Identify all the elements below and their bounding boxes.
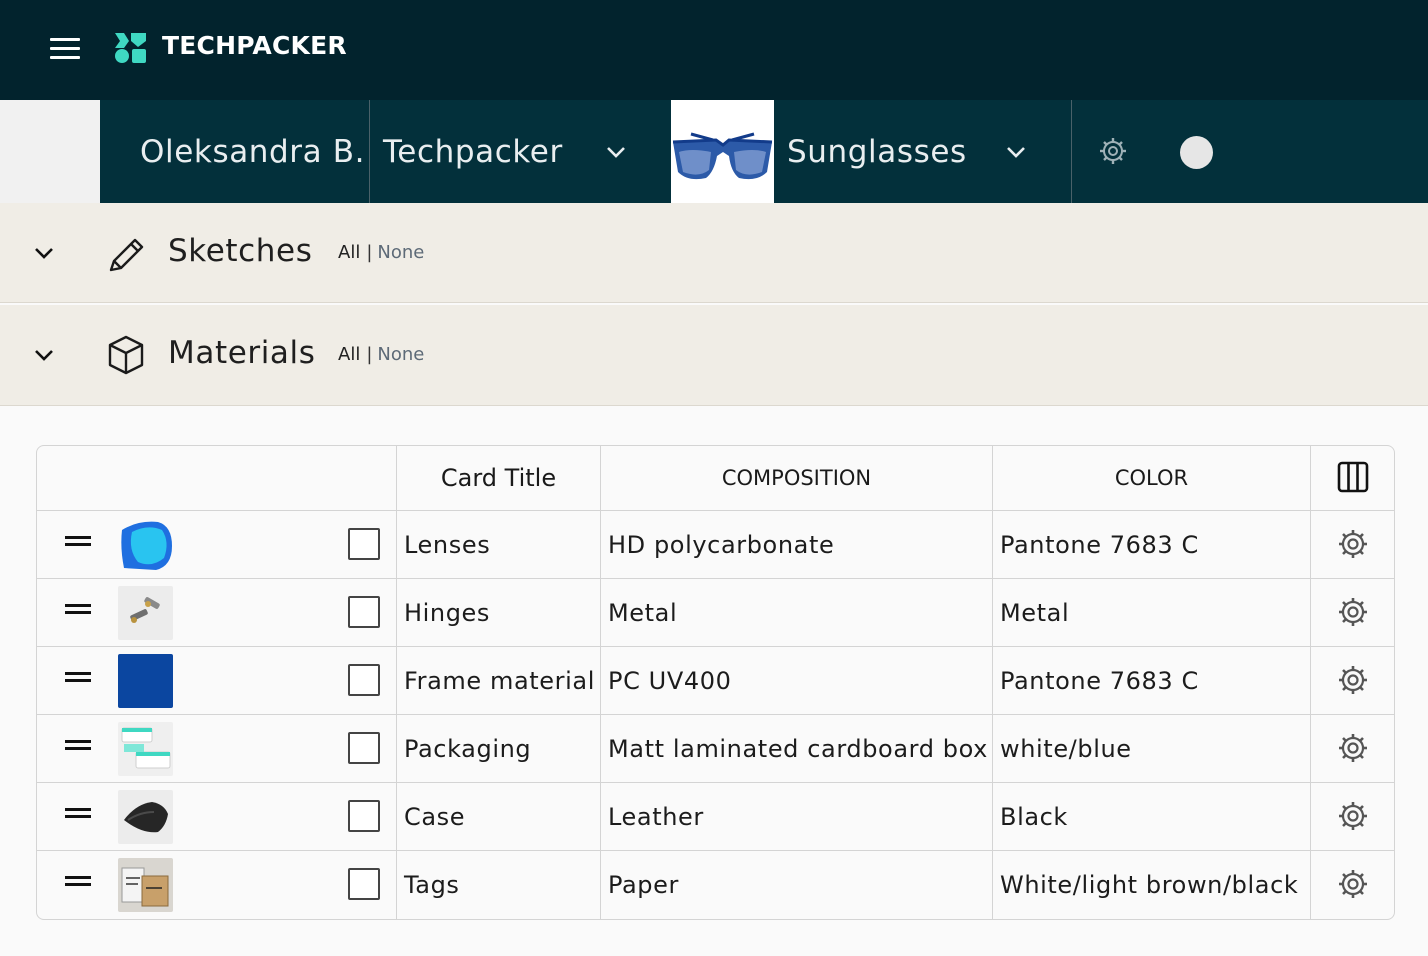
chevron-down-icon[interactable] <box>1005 141 1027 163</box>
select-filter: All | None <box>338 344 424 365</box>
divider <box>1071 100 1072 203</box>
drag-handle-icon[interactable] <box>65 876 91 888</box>
cell-composition: Matt laminated cardboard box <box>608 735 988 763</box>
tags-thumbnail <box>118 858 173 912</box>
sketches-section-header: Sketches All | None <box>0 203 1428 303</box>
cell-composition: Paper <box>608 871 679 899</box>
table-row[interactable]: Hinges Metal Metal <box>37 579 1394 647</box>
user-name[interactable]: Oleksandra B. <box>140 100 365 203</box>
table-row[interactable]: Frame material PC UV400 Pantone 7683 C <box>37 647 1394 715</box>
table-header-row: Card Title COMPOSITION COLOR <box>37 446 1394 511</box>
chevron-down-icon[interactable] <box>32 241 56 265</box>
cell-composition: PC UV400 <box>608 667 732 695</box>
cell-color: Pantone 7683 C <box>1000 667 1199 695</box>
lens-thumbnail <box>118 518 173 572</box>
filter-separator: | <box>366 242 373 263</box>
divider <box>369 100 370 203</box>
settings-gear-icon[interactable] <box>1098 136 1128 166</box>
context-bar-spacer <box>0 100 100 203</box>
select-filter: All | None <box>338 242 424 263</box>
cell-color: Black <box>1000 803 1068 831</box>
brand-name[interactable]: TECHPACKER <box>162 31 347 60</box>
cell-card-title: Hinges <box>404 599 491 627</box>
select-none-link[interactable]: None <box>377 242 424 263</box>
row-settings-gear-icon[interactable] <box>1337 664 1369 696</box>
row-settings-gear-icon[interactable] <box>1337 800 1369 832</box>
table-row[interactable]: Tags Paper White/light brown/black <box>37 851 1394 919</box>
materials-table: Card Title COMPOSITION COLOR Lenses HD p… <box>36 445 1395 920</box>
cell-composition: Metal <box>608 599 678 627</box>
section-title: Sketches <box>168 233 313 269</box>
row-settings-gear-icon[interactable] <box>1337 528 1369 560</box>
cell-color: Metal <box>1000 599 1070 627</box>
box-icon <box>108 335 144 375</box>
row-checkbox[interactable] <box>348 664 380 696</box>
cell-card-title: Case <box>404 803 466 831</box>
drag-handle-icon[interactable] <box>65 808 91 820</box>
row-settings-gear-icon[interactable] <box>1337 732 1369 764</box>
table-row[interactable]: Lenses HD polycarbonate Pantone 7683 C <box>37 511 1394 579</box>
drag-handle-icon[interactable] <box>65 536 91 548</box>
materials-section-header: Materials All | None <box>0 305 1428 406</box>
hinges-thumbnail <box>118 586 173 640</box>
menu-icon[interactable] <box>50 38 80 60</box>
column-header-composition[interactable]: COMPOSITION <box>601 446 992 510</box>
workspace-selector-label[interactable]: Techpacker <box>383 100 563 203</box>
columns-icon[interactable] <box>1337 461 1369 493</box>
column-header-color[interactable]: COLOR <box>993 446 1310 510</box>
status-circle-icon[interactable] <box>1180 136 1213 169</box>
cell-card-title: Tags <box>404 871 460 899</box>
section-title: Materials <box>168 335 316 371</box>
product-selector-label[interactable]: Sunglasses <box>787 100 967 203</box>
table-row[interactable]: Packaging Matt laminated cardboard box w… <box>37 715 1394 783</box>
techpacker-logo-icon <box>115 33 146 63</box>
top-navigation-bar: TECHPACKER <box>0 0 1428 100</box>
cell-card-title: Lenses <box>404 531 491 559</box>
cell-color: white/blue <box>1000 735 1132 763</box>
select-none-link[interactable]: None <box>377 344 424 365</box>
column-header-card-title[interactable]: Card Title <box>397 446 600 510</box>
select-all-link[interactable]: All <box>338 344 360 365</box>
chevron-down-icon[interactable] <box>32 343 56 367</box>
drag-handle-icon[interactable] <box>65 604 91 616</box>
cell-card-title: Packaging <box>404 735 532 763</box>
pencil-icon <box>109 238 144 272</box>
row-checkbox[interactable] <box>348 596 380 628</box>
drag-handle-icon[interactable] <box>65 672 91 684</box>
row-checkbox[interactable] <box>348 528 380 560</box>
filter-separator: | <box>366 344 373 365</box>
cell-color: Pantone 7683 C <box>1000 531 1199 559</box>
chevron-down-icon[interactable] <box>605 141 627 163</box>
row-settings-gear-icon[interactable] <box>1337 596 1369 628</box>
cell-composition: HD polycarbonate <box>608 531 835 559</box>
packaging-thumbnail <box>118 722 173 776</box>
row-checkbox[interactable] <box>348 732 380 764</box>
row-checkbox[interactable] <box>348 800 380 832</box>
context-bar: Oleksandra B. Techpacker Sunglasses <box>0 100 1428 203</box>
drag-handle-icon[interactable] <box>65 740 91 752</box>
cell-composition: Leather <box>608 803 704 831</box>
select-all-link[interactable]: All <box>338 242 360 263</box>
cell-card-title: Frame material <box>404 667 595 695</box>
frame-swatch <box>118 654 173 708</box>
row-checkbox[interactable] <box>348 868 380 900</box>
product-thumbnail <box>671 100 774 203</box>
row-settings-gear-icon[interactable] <box>1337 868 1369 900</box>
table-row[interactable]: Case Leather Black <box>37 783 1394 851</box>
cell-color: White/light brown/black <box>1000 871 1299 899</box>
case-thumbnail <box>118 790 173 844</box>
